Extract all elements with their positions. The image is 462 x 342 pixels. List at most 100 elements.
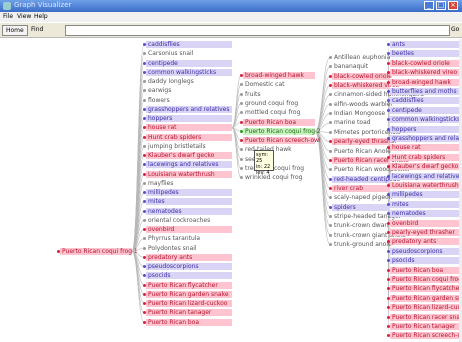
- graph-node[interactable]: centipede: [390, 106, 460, 114]
- menu-file[interactable]: File: [3, 13, 13, 20]
- graph-node[interactable]: broad-winged hawk: [390, 78, 460, 86]
- graph-node[interactable]: oriental cockroaches: [146, 217, 232, 224]
- graph-node[interactable]: house rat: [390, 144, 460, 152]
- graph-node[interactable]: Puerto Rican screech-owl: [243, 137, 321, 145]
- graph-node[interactable]: Puerto Rican flycatcher: [390, 285, 462, 293]
- graph-node[interactable]: mites: [146, 198, 232, 206]
- graph-node[interactable]: Klauber's dwarf gecko: [146, 152, 232, 159]
- graph-node[interactable]: Puerto Rican lizard-cuckoo: [146, 300, 232, 307]
- graph-node[interactable]: daddy longlegs: [146, 78, 232, 85]
- close-icon[interactable]: ×: [448, 1, 458, 10]
- graph-node[interactable]: fruits: [243, 91, 315, 98]
- graph-node[interactable]: Puerto Rican coqui frog 2: [243, 127, 321, 135]
- graph-node[interactable]: Puerto Rican racer snake: [390, 313, 462, 321]
- graph-node[interactable]: Puerto Rican racer snake: [332, 156, 409, 164]
- graph-node[interactable]: pearly-eyed thrasher: [390, 229, 460, 236]
- graph-node[interactable]: Puerto Rican Anole: [332, 148, 391, 155]
- graph-node[interactable]: Louisiana waterthrush: [390, 182, 460, 189]
- graph-node[interactable]: Hunt crab spiders: [390, 153, 460, 161]
- maximize-icon[interactable]: □: [436, 1, 446, 10]
- graph-node[interactable]: Puerto Rican garden snake: [390, 294, 462, 302]
- graph-node[interactable]: black-whiskered vireo: [332, 82, 399, 90]
- graph-node[interactable]: cinnamon-sided hummingbird: [332, 91, 424, 98]
- graph-node[interactable]: black-cowled oriole: [332, 72, 392, 80]
- graph-node[interactable]: nematodes: [146, 207, 232, 215]
- graph-node[interactable]: millipedes: [390, 191, 460, 199]
- graph-node[interactable]: Puerto Rican woodpecker: [332, 166, 410, 173]
- graph-node[interactable]: hoppers: [146, 115, 232, 122]
- root-node[interactable]: Puerto Rican coqui frog 1: [60, 248, 138, 255]
- graph-node[interactable]: marine toad: [332, 119, 390, 126]
- graph-node[interactable]: stripe-headed tanager: [332, 213, 401, 220]
- graph-node[interactable]: elfin-woods warbler: [332, 101, 393, 108]
- graph-node[interactable]: Carsonius snail: [146, 50, 232, 57]
- graph-node[interactable]: pseudoscorpions: [146, 263, 232, 270]
- graph-node[interactable]: Puerto Rican boa: [390, 266, 460, 274]
- graph-node[interactable]: house rat: [146, 124, 232, 132]
- graph-node[interactable]: nematodes: [390, 210, 460, 218]
- graph-node[interactable]: pearly-eyed thrasher: [332, 138, 397, 146]
- home-button[interactable]: Home: [2, 25, 28, 36]
- graph-node[interactable]: grasshoppers and relatives: [146, 105, 232, 113]
- graph-node[interactable]: trunk-crown giant anole: [332, 232, 406, 239]
- go-button[interactable]: Go: [451, 26, 459, 33]
- graph-node[interactable]: Puerto Rican coqui frog 1: [390, 276, 462, 283]
- graph-node[interactable]: Mimetes portoricensis: [332, 129, 400, 136]
- graph-node[interactable]: ovenbird: [146, 226, 232, 233]
- graph-node[interactable]: butterflies and moths: [390, 88, 460, 95]
- graph-node[interactable]: trunk-crown dwarf anole: [332, 222, 407, 229]
- search-input[interactable]: [65, 25, 450, 36]
- graph-node[interactable]: Indian Mongoose: [332, 110, 390, 117]
- graph-node[interactable]: ground coqui frog: [243, 100, 315, 107]
- graph-node[interactable]: Phyrrus tarantula: [146, 235, 232, 242]
- graph-node[interactable]: ants: [390, 41, 460, 48]
- graph-node[interactable]: caddisflies: [146, 41, 232, 48]
- graph-node[interactable]: scaly-naped pigeon: [332, 194, 393, 201]
- graph-node[interactable]: river crab: [332, 184, 390, 192]
- graph-node[interactable]: lacewings and relatives: [146, 161, 232, 169]
- graph-node[interactable]: Puerto Rican screech-owl: [390, 332, 462, 340]
- graph-node[interactable]: Louisiana waterthrush: [146, 170, 232, 178]
- graph-node[interactable]: Puerto Rican flycatcher: [146, 281, 232, 289]
- graph-node[interactable]: Domestic cat: [243, 81, 315, 88]
- graph-node[interactable]: psocids: [390, 257, 460, 265]
- graph-node[interactable]: black-cowled oriole: [390, 59, 460, 67]
- graph-node[interactable]: Puerto Rican tanager: [146, 309, 232, 317]
- graph-node[interactable]: Antillean euphonia: [332, 54, 390, 61]
- graph-node[interactable]: Puerto Rican tanager: [390, 323, 460, 330]
- graph-node[interactable]: mayflies: [146, 180, 232, 187]
- graph-node[interactable]: centipede: [146, 59, 232, 67]
- graph-node[interactable]: trunk-ground anole: [332, 241, 392, 248]
- graph-node[interactable]: Puerto Rican boa: [146, 318, 232, 326]
- graph-node[interactable]: lacewings and relatives: [390, 172, 462, 180]
- minimize-icon[interactable]: _: [424, 1, 434, 10]
- menu-help[interactable]: Help: [34, 13, 48, 20]
- graph-node[interactable]: red-headed centipede: [332, 175, 400, 183]
- graph-node[interactable]: psocids: [146, 272, 232, 280]
- graph-node[interactable]: black-whiskered vireo: [390, 69, 460, 77]
- graph-node[interactable]: wrinkled coqui frog: [243, 174, 315, 181]
- menu-view[interactable]: View: [17, 13, 31, 20]
- graph-node[interactable]: spiders: [332, 203, 390, 211]
- graph-node[interactable]: common walkingsticks: [390, 116, 460, 124]
- graph-node[interactable]: hoppers: [390, 125, 460, 133]
- graph-node[interactable]: mites: [390, 200, 460, 208]
- graph-node[interactable]: earwigs: [146, 87, 232, 94]
- graph-node[interactable]: jumping bristletails: [146, 143, 232, 150]
- graph-node[interactable]: pseudoscorpions: [390, 247, 460, 255]
- graph-node[interactable]: Polydontes snail: [146, 245, 232, 252]
- graph-node[interactable]: mottled coqui frog: [243, 109, 315, 116]
- graph-node[interactable]: common walkingsticks: [146, 68, 232, 76]
- graph-node[interactable]: beetles: [390, 50, 460, 58]
- graph-node[interactable]: Klauber's dwarf gecko: [390, 163, 460, 171]
- graph-node[interactable]: millipedes: [146, 189, 232, 196]
- graph-canvas[interactable]: Puerto Rican coqui frog 1 caddisflies Cars…: [2, 39, 462, 342]
- graph-node[interactable]: predatory ants: [390, 238, 460, 246]
- graph-node[interactable]: Hunt crab spiders: [146, 133, 232, 141]
- graph-node[interactable]: ovenbird: [390, 219, 460, 227]
- graph-node[interactable]: Puerto Rican lizard-cuckoo: [390, 304, 462, 312]
- graph-node[interactable]: grasshoppers and relatives: [390, 135, 462, 142]
- graph-node[interactable]: flowers: [146, 97, 232, 104]
- graph-node[interactable]: broad-winged hawk: [243, 72, 315, 79]
- graph-node[interactable]: bananaquit: [332, 63, 390, 70]
